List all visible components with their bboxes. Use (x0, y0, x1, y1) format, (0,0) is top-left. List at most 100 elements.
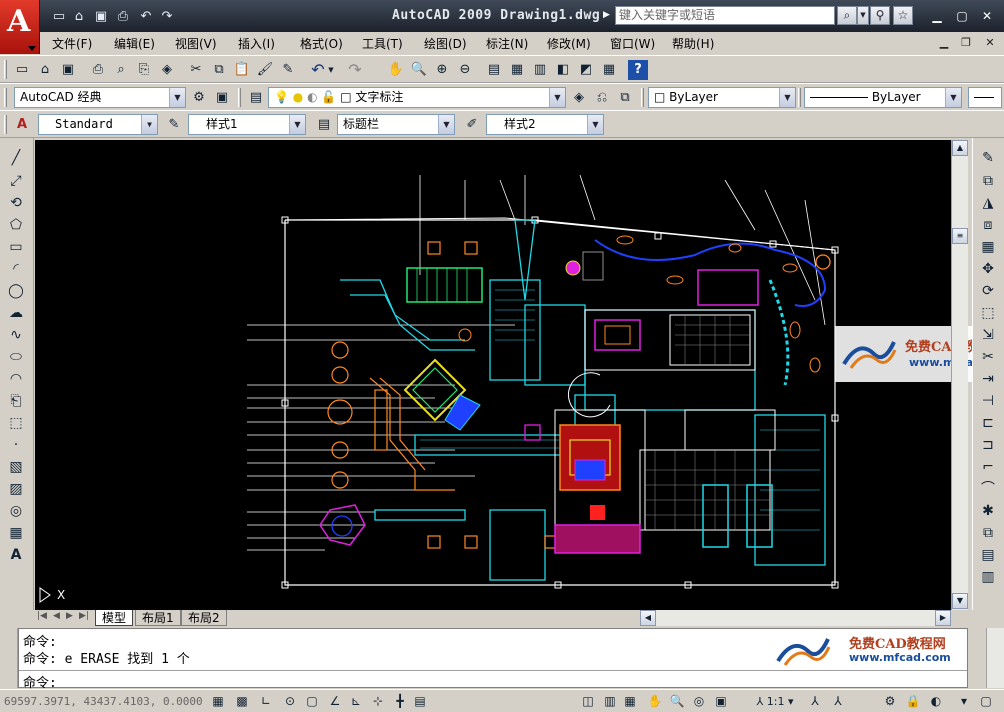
menu-file[interactable]: 文件(F) (52, 35, 92, 52)
layer-previous-icon[interactable]: ⎌ (592, 88, 612, 108)
tab-model[interactable]: 模型 (95, 610, 134, 626)
zoom-realtime-icon[interactable]: 🔍 (409, 60, 429, 80)
dim-style-icon[interactable]: ✎ (164, 115, 184, 135)
color-select[interactable]: □ ByLayer ▼ (648, 87, 796, 108)
grid-display-icon[interactable]: ▩ (232, 692, 252, 711)
drawing-area[interactable]: X 免费CAD教程网 www.mfcad.com (35, 140, 1004, 610)
scroll-up-icon[interactable]: ▲ (952, 140, 968, 156)
match-properties-icon[interactable]: 🖌 (255, 60, 275, 80)
undo-dropdown-icon[interactable]: ▼ (326, 60, 336, 80)
quick-properties-icon[interactable]: ▤ (410, 692, 430, 711)
markup-icon[interactable]: ◩ (576, 60, 596, 80)
tab-nav-next-icon[interactable]: ▶ (66, 611, 73, 621)
multileader-style-icon[interactable]: ✐ (462, 115, 482, 135)
favorites-icon[interactable]: ☆ (893, 6, 913, 25)
open-folder-icon[interactable]: ⌂ (70, 8, 88, 26)
tab-nav-prev-icon[interactable]: ◀ (53, 611, 60, 621)
show-motion-icon[interactable]: ▣ (711, 692, 731, 711)
workspace-select[interactable]: AutoCAD 经典 ▼ (14, 87, 186, 108)
polyline-icon[interactable]: ⟲ (5, 193, 27, 213)
scroll-left-icon[interactable]: ◀ (640, 610, 656, 626)
coordinate-readout[interactable]: 69597.3971, 43437.4103, 0.0000 (4, 695, 203, 708)
doc-minimize-icon[interactable]: ▁ (936, 36, 952, 50)
layer-tools-icon[interactable]: ▥ (977, 567, 999, 587)
search-dropdown-icon[interactable]: ▼ (857, 6, 869, 25)
workspace-switching-icon[interactable]: ⚙ (880, 692, 900, 711)
menu-modify[interactable]: 修改(M) (547, 35, 591, 52)
stretch-icon[interactable]: ⇲ (977, 325, 999, 345)
steering-wheel-icon[interactable]: ◎ (689, 692, 709, 711)
search-input[interactable]: 键入关键字或短语 (615, 6, 835, 25)
line-icon[interactable]: ╱ (5, 148, 27, 168)
save-icon[interactable]: ▣ (92, 8, 110, 26)
calculator-icon[interactable]: ▦ (599, 60, 619, 80)
quick-view-layouts-icon[interactable]: ▥ (600, 692, 620, 711)
dynamic-ucs-icon[interactable]: ⊾ (346, 692, 366, 711)
spline-icon[interactable]: ∿ (5, 325, 27, 345)
tool-palettes-icon[interactable]: ▥ (530, 60, 550, 80)
menu-insert[interactable]: 插入(I) (238, 35, 275, 52)
menu-window[interactable]: 窗口(W) (610, 35, 655, 52)
hatch-icon[interactable]: ▧ (5, 457, 27, 477)
undo-icon[interactable]: ↶ (137, 8, 155, 26)
pan-icon[interactable]: ✋ (386, 60, 406, 80)
maximize-icon[interactable]: ▢ (955, 10, 969, 22)
ortho-mode-icon[interactable]: ∟ (256, 692, 276, 711)
menu-tools[interactable]: 工具(T) (362, 35, 403, 52)
chamfer-icon[interactable]: ⌐ (977, 457, 999, 477)
table-icon[interactable]: ▦ (5, 523, 27, 543)
paste-icon[interactable]: 📋 (232, 60, 252, 80)
lineweight-select[interactable] (968, 87, 1002, 108)
erase-icon[interactable]: ✎ (977, 148, 999, 168)
mirror-icon[interactable]: ◮ (977, 193, 999, 213)
isolate-objects-icon[interactable]: ◐ (926, 692, 946, 711)
polar-tracking-icon[interactable]: ⊙ (280, 692, 300, 711)
tab-layout2[interactable]: 布局2 (181, 610, 227, 626)
offset-icon[interactable]: ⧈ (977, 215, 999, 235)
paste-clip-icon[interactable]: ▤ (977, 545, 999, 565)
explode-icon[interactable]: ✱ (977, 501, 999, 521)
move-icon[interactable]: ✥ (977, 259, 999, 279)
redo-icon[interactable]: ↷ (345, 60, 365, 80)
polygon-icon[interactable]: ⬠ (5, 215, 27, 235)
object-snap-tracking-icon[interactable]: ∠ (325, 692, 345, 711)
properties-icon[interactable]: ▤ (484, 60, 504, 80)
annotation-visibility-icon[interactable]: ⅄ (805, 692, 825, 711)
circle-icon[interactable]: ◯ (5, 281, 27, 301)
insert-block-icon[interactable]: ⎗ (5, 391, 27, 411)
scroll-right-icon[interactable]: ▶ (935, 610, 951, 626)
print-icon[interactable]: ⎙ (114, 8, 132, 26)
new-file-icon[interactable]: ▭ (50, 8, 68, 26)
zoom-window-icon[interactable]: ⊕ (432, 60, 452, 80)
construction-line-icon[interactable]: ⤢ (5, 171, 27, 191)
menu-format[interactable]: 格式(O) (300, 35, 343, 52)
menu-view[interactable]: 视图(V) (175, 35, 217, 52)
horizontal-scrollbar[interactable]: ◀ ▶ (640, 610, 951, 626)
snap-mode-icon[interactable]: ▦ (208, 692, 228, 711)
undo-icon[interactable]: ↶ (308, 60, 328, 80)
cut-icon[interactable]: ✂ (186, 60, 206, 80)
ellipse-icon[interactable]: ⬭ (5, 347, 27, 367)
multileader-style-select[interactable]: 样式2 ▼ (486, 114, 604, 135)
break-icon[interactable]: ⊏ (977, 413, 999, 433)
status-menu-icon[interactable]: ▾ (954, 692, 974, 711)
layer-select[interactable]: 💡 ● ◐ 🔓 □ 文字标注 ▼ (268, 87, 566, 108)
extend-icon[interactable]: ⇥ (977, 369, 999, 389)
doc-close-icon[interactable]: ✕ (982, 36, 998, 50)
zoom-status-icon[interactable]: 🔍 (667, 692, 687, 711)
layer-states-icon[interactable]: ⧉ (615, 88, 635, 108)
layer-manager-icon[interactable]: ▤ (246, 88, 266, 108)
publish-icon[interactable]: ⎘ (134, 60, 154, 80)
menu-edit[interactable]: 编辑(E) (114, 35, 155, 52)
multiline-text-icon[interactable]: A (5, 545, 27, 565)
rectangle-icon[interactable]: ▭ (5, 237, 27, 257)
plot-icon[interactable]: ⎙ (88, 60, 108, 80)
annotation-scale[interactable]: ⅄ 1:1 ▾ (750, 692, 800, 711)
lineweight-icon[interactable]: ╋ (390, 692, 410, 711)
table-style-select[interactable]: 标题栏 ▼ (337, 114, 455, 135)
dynamic-input-icon[interactable]: ⊹ (368, 692, 388, 711)
doc-restore-icon[interactable]: ❐ (958, 36, 974, 50)
command-window-grip[interactable] (0, 628, 18, 688)
make-object-layer-current-icon[interactable]: ◈ (569, 88, 589, 108)
redo-icon[interactable]: ↷ (158, 8, 176, 26)
